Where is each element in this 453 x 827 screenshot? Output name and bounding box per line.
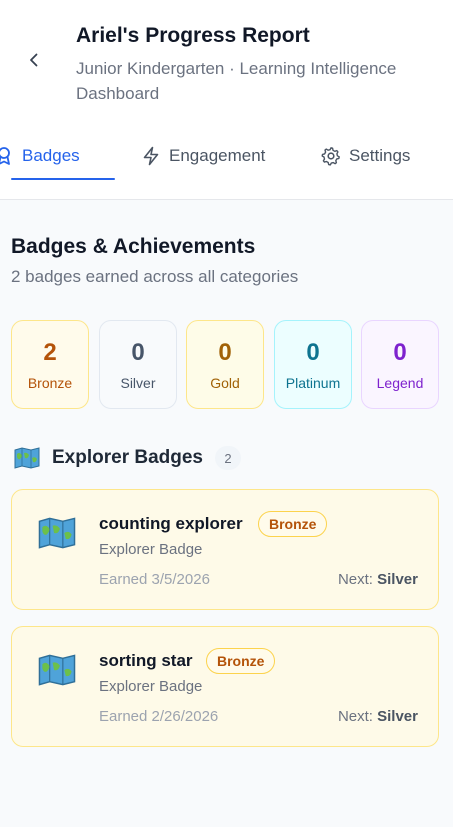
page-title: Ariel's Progress Report	[76, 24, 310, 47]
page-header: Ariel's Progress Report Junior Kindergar…	[0, 0, 453, 200]
tab-engagement[interactable]: Engagement	[141, 130, 265, 182]
badge-card[interactable]: counting explorer Bronze Explorer Badge …	[11, 489, 439, 610]
lightning-icon	[143, 146, 159, 166]
active-tab-indicator	[11, 178, 115, 180]
section-subtitle: 2 badges earned across all categories	[11, 267, 299, 286]
tier-label: Silver	[120, 375, 156, 391]
chevron-left-icon	[30, 53, 38, 67]
earned-date: Earned 3/5/2026	[99, 571, 210, 588]
next-tier-prefix: Next:	[337, 708, 373, 725]
tab-engagement-label: Engagement	[169, 146, 266, 165]
tier-card-platinum: 0 Platinum	[274, 320, 352, 409]
world-map-icon	[14, 447, 40, 469]
tab-settings[interactable]: Settings	[321, 130, 410, 182]
badge-card[interactable]: sorting star Bronze Explorer Badge Earne…	[11, 626, 439, 747]
tier-label: Platinum	[285, 375, 341, 391]
tier-badge: Bronze	[206, 648, 276, 674]
next-tier-prefix: Next:	[337, 571, 373, 588]
tier-label: Legend	[376, 375, 424, 391]
tab-badges[interactable]: Badges	[0, 130, 80, 182]
badge-name: sorting star	[99, 651, 193, 670]
tier-card-silver: 0 Silver	[99, 320, 177, 409]
tier-card-legend: 0 Legend	[361, 320, 439, 409]
tier-card-bronze: 2 Bronze	[11, 320, 89, 409]
tier-count: 0	[131, 339, 145, 366]
tier-count: 2	[43, 339, 57, 366]
badge-type: Explorer Badge	[99, 678, 203, 695]
world-map-icon	[38, 517, 76, 549]
back-button[interactable]	[22, 48, 46, 72]
tier-count: 0	[393, 339, 407, 366]
tab-settings-label: Settings	[349, 146, 411, 165]
badge-type: Explorer Badge	[99, 541, 203, 558]
badge-icon	[0, 147, 10, 165]
tier-card-gold: 0 Gold	[186, 320, 264, 409]
category-count-badge: 2	[215, 446, 241, 470]
next-tier-value: Silver	[377, 708, 418, 725]
tab-badges-label: Badges	[22, 146, 80, 165]
badge-name: counting explorer	[99, 514, 243, 533]
tier-label: Bronze	[27, 375, 73, 391]
category-header: Explorer Badges 2	[14, 444, 241, 472]
next-tier: Next: Silver	[338, 571, 418, 588]
tab-bar: Badges Engagement Settings	[0, 130, 453, 182]
world-map-icon	[38, 654, 76, 686]
section-title: Badges & Achievements	[11, 235, 256, 258]
tier-count: 0	[306, 339, 320, 366]
category-title: Explorer Badges	[52, 447, 203, 468]
earned-date: Earned 2/26/2026	[99, 708, 219, 725]
tier-label: Gold	[210, 375, 240, 391]
next-tier-value: Silver	[377, 571, 418, 588]
gear-icon	[321, 147, 340, 166]
tier-badge: Bronze	[258, 511, 328, 537]
next-tier: Next: Silver	[338, 708, 418, 725]
tier-count: 0	[218, 339, 232, 366]
page-subtitle: Junior Kindergarten · Learning Intellige…	[76, 59, 397, 103]
